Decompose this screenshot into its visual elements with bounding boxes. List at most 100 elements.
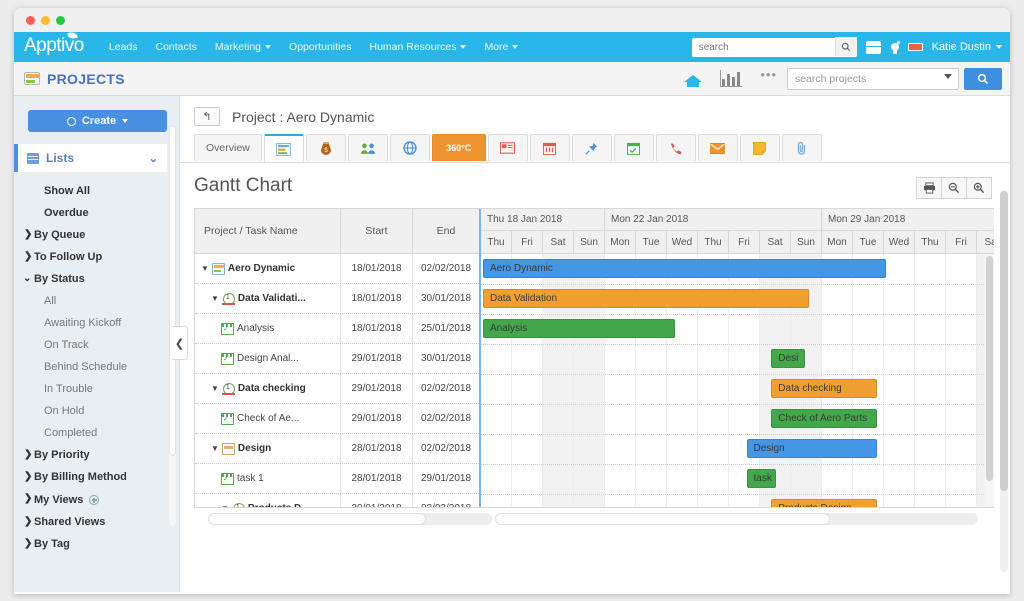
row-expander-icon[interactable]: ▼ [211, 444, 219, 453]
sidebar-item-in-trouble[interactable]: In Trouble [14, 378, 179, 400]
sidebar-item-behind-schedule[interactable]: Behind Schedule [14, 356, 179, 378]
tab-expenses[interactable]: $ [305, 134, 346, 161]
minimize-window-dot[interactable] [41, 16, 50, 25]
notification-bulb-icon[interactable] [890, 40, 900, 54]
language-flag-icon[interactable] [907, 43, 923, 51]
table-row[interactable]: ▼ 1 Data Validati... 18/01/2018 30/01/2018 [195, 284, 479, 314]
table-row[interactable]: ▼ Design 28/01/2018 02/02/2018 [195, 434, 479, 464]
sidebar-item-on-track[interactable]: On Track [14, 334, 179, 356]
create-button[interactable]: Create [28, 110, 167, 132]
print-button[interactable] [916, 177, 942, 199]
tab-overview[interactable]: Overview [194, 134, 262, 161]
chevron-down-icon[interactable]: ⌄ [149, 152, 158, 165]
gantt-bar[interactable]: Data checking [771, 379, 877, 398]
sidebar-item-overdue[interactable]: Overdue [14, 202, 179, 224]
globe-icon [403, 141, 417, 155]
gantt-vertical-scrollbar-thumb[interactable] [986, 256, 993, 481]
tab-pinned[interactable] [571, 134, 612, 161]
zoom-out-button[interactable] [941, 177, 967, 199]
user-menu[interactable]: Katie Dustin [932, 41, 1002, 53]
tab-emails[interactable] [697, 134, 738, 161]
project-search-input[interactable]: search projects [787, 67, 959, 90]
tab-team[interactable] [347, 134, 388, 161]
tab-attachments[interactable] [781, 134, 822, 161]
column-header-start: Start [341, 209, 413, 253]
table-row[interactable]: Check of Ae... 29/01/2018 02/02/2018 [195, 404, 479, 434]
sidebar-item-awaiting-kickoff[interactable]: Awaiting Kickoff [14, 312, 179, 334]
sidebar-collapse-button[interactable]: ❮ [172, 326, 188, 360]
table-row[interactable]: task 1 28/01/2018 29/01/2018 [195, 464, 479, 494]
nav-item-human-resources[interactable]: Human Resources [360, 32, 475, 62]
sidebar-item-completed[interactable]: Completed [14, 422, 179, 444]
maximize-window-dot[interactable] [56, 16, 65, 25]
nav-item-more[interactable]: More [475, 32, 527, 62]
tab-invoices[interactable] [487, 134, 528, 161]
sidebar-lists-header[interactable]: Lists ⌄ [14, 144, 167, 172]
sidebar-item-by-status[interactable]: ⌄ By Status [14, 268, 179, 290]
timeline-hscrollbar-thumb[interactable] [495, 513, 830, 525]
tab-notes[interactable] [739, 134, 780, 161]
nav-item-contacts[interactable]: Contacts [146, 32, 205, 62]
gantt-bar[interactable]: Design [746, 439, 877, 458]
row-expander-icon[interactable]: ▼ [221, 504, 229, 507]
close-window-dot[interactable] [26, 16, 35, 25]
gantt-bar[interactable]: Analysis [483, 319, 676, 338]
add-view-icon[interactable] [89, 495, 100, 505]
gantt-vertical-scrollbar[interactable] [985, 254, 994, 507]
apptivo-logo[interactable]: Apptivo [24, 30, 84, 57]
back-button[interactable]: ↰ [194, 107, 220, 126]
global-search-input[interactable] [691, 38, 857, 57]
home-icon[interactable] [684, 71, 703, 87]
sidebar-item-by-tag[interactable]: ❯ By Tag [14, 533, 179, 555]
tab-events[interactable] [613, 134, 654, 161]
chevron-down-icon[interactable] [944, 73, 952, 79]
window-controls[interactable] [26, 16, 65, 25]
table-row[interactable]: ▼1Products D...29/01/201802/02/2018 [195, 494, 479, 507]
chevron-right-icon: ❯ [24, 471, 33, 482]
tab-gantt[interactable] [263, 134, 304, 162]
table-hscrollbar-thumb[interactable] [208, 513, 426, 525]
nav-item-leads[interactable]: Leads [100, 32, 147, 62]
sidebar-scrollbar-thumb[interactable] [169, 126, 176, 456]
nav-item-marketing[interactable]: Marketing [206, 32, 280, 62]
row-expander-icon[interactable]: ▼ [211, 384, 219, 393]
zoom-in-button[interactable] [966, 177, 992, 199]
sidebar-item-shared-views[interactable]: ❯ Shared Views [14, 511, 179, 533]
gantt-bar[interactable]: Data Validation [483, 289, 809, 308]
row-expander-icon[interactable]: ▼ [211, 294, 219, 303]
table-hscrollbar[interactable] [208, 513, 492, 525]
table-row[interactable]: Design Anal... 29/01/2018 30/01/2018 [195, 344, 479, 374]
tab-territory[interactable] [389, 134, 430, 161]
apps-grid-icon[interactable] [865, 40, 881, 54]
global-search-button[interactable] [834, 37, 857, 56]
tab-360-view[interactable]: 360°C [431, 134, 486, 161]
sidebar-item-show-all[interactable]: Show All [14, 180, 179, 202]
sidebar-item-all[interactable]: All [14, 290, 179, 312]
sidebar-item-by-billing-method[interactable]: ❯ By Billing Method [14, 466, 179, 488]
gantt-bar[interactable]: task [746, 469, 776, 488]
gantt-bar[interactable]: Aero Dynamic [483, 259, 886, 278]
chevron-down-icon [460, 45, 467, 49]
reports-bar-chart-icon[interactable] [720, 70, 743, 87]
sidebar-item-my-views[interactable]: ❯ My Views [14, 488, 179, 511]
main-vertical-scrollbar-thumb[interactable] [1000, 191, 1008, 491]
project-search-button[interactable] [964, 67, 1002, 90]
table-row[interactable]: ▼ 1 Data checking 29/01/2018 02/02/2018 [195, 374, 479, 404]
row-expander-icon[interactable]: ▼ [201, 264, 209, 273]
timeline-hscrollbar[interactable] [495, 513, 978, 525]
table-row[interactable]: ▼ Aero Dynamic 18/01/2018 02/02/2018 [195, 254, 479, 284]
more-options-icon[interactable]: ••• [760, 67, 777, 82]
zoom-out-icon [948, 182, 960, 194]
sidebar-item-by-priority[interactable]: ❯ By Priority [14, 444, 179, 466]
main-vertical-scrollbar[interactable] [1000, 191, 1008, 572]
sidebar-item-on-hold[interactable]: On Hold [14, 400, 179, 422]
sidebar-item-to-follow-up[interactable]: ❯ To Follow Up [14, 246, 179, 268]
tab-calls[interactable] [655, 134, 696, 161]
table-row[interactable]: Analysis 18/01/2018 25/01/2018 [195, 314, 479, 344]
gantt-bar[interactable]: Check of Aero Parts [771, 409, 877, 428]
sidebar-item-by-queue[interactable]: ❯ By Queue [14, 224, 179, 246]
nav-item-opportunities[interactable]: Opportunities [280, 32, 360, 62]
tab-timesheets[interactable] [529, 134, 570, 161]
gantt-bar[interactable]: Products Design [771, 499, 877, 507]
gantt-bar[interactable]: Desi [771, 349, 806, 368]
